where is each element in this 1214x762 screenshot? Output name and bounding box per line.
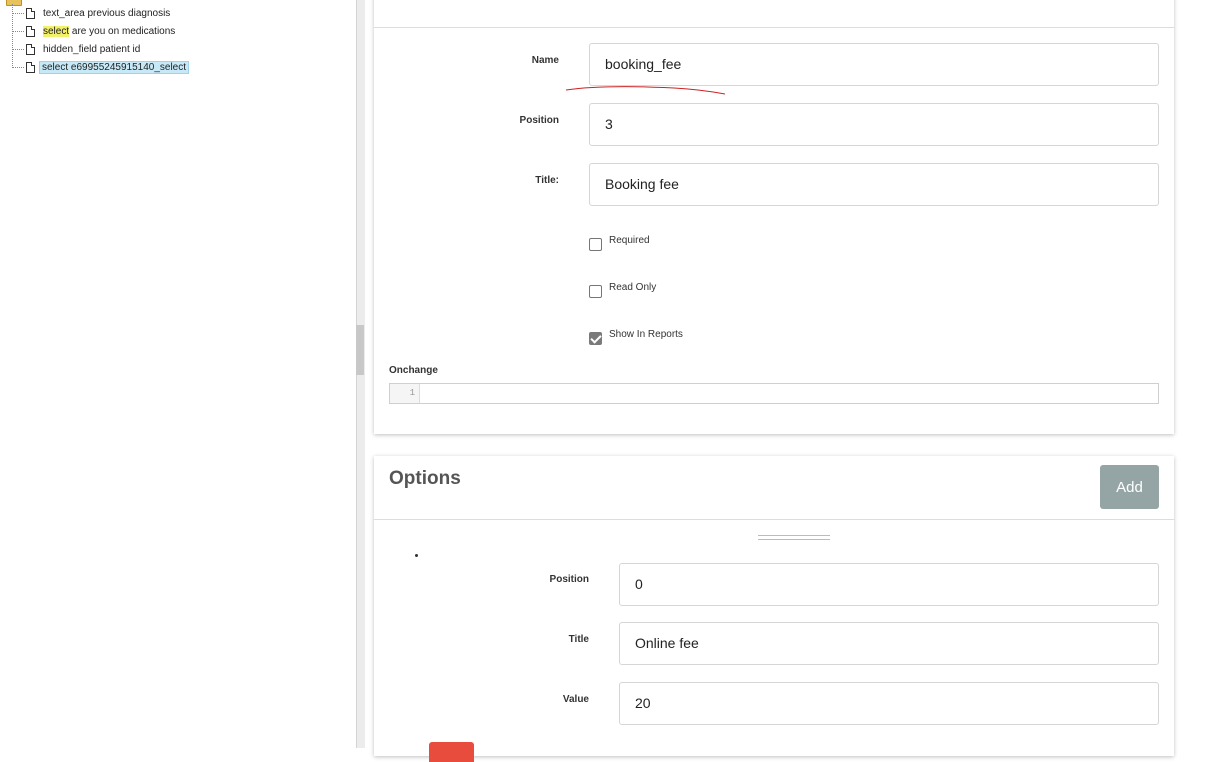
option-title-input[interactable]: Online fee <box>619 622 1159 665</box>
tree-item-label: e69955245915140_select <box>70 61 187 73</box>
required-label: Required <box>609 235 650 246</box>
title-input[interactable]: Booking fee <box>589 163 1159 206</box>
name-input[interactable]: booking_fee <box>589 43 1159 86</box>
drag-handle-icon[interactable] <box>758 535 830 540</box>
option-position-label: Position <box>549 574 589 585</box>
tree-item-medications[interactable]: select are you on medications <box>12 23 175 39</box>
tree-item-label: are you on medications <box>71 25 176 37</box>
tree-item-type: text_area <box>43 7 85 19</box>
card-header-divider <box>374 519 1174 520</box>
red-underline-annotation <box>565 86 726 95</box>
option-position-input[interactable]: 0 <box>619 563 1159 606</box>
list-bullet <box>415 554 418 557</box>
show-in-reports-label: Show In Reports <box>609 329 683 340</box>
onchange-label: Onchange <box>389 365 438 376</box>
option-value-label: Value <box>562 694 589 705</box>
options-card: Options Add Position 0 Title Online fee … <box>374 456 1174 762</box>
tree-item-previous-diagnosis[interactable]: text_area previous diagnosis <box>12 5 170 21</box>
option-title-label: Title <box>568 634 589 645</box>
position-label: Position <box>519 115 559 126</box>
options-title: Options <box>389 468 461 489</box>
read-only-label: Read Only <box>609 282 657 293</box>
card-header-divider <box>374 27 1174 28</box>
document-icon <box>26 25 35 37</box>
tree-item-label: patient id <box>99 43 141 55</box>
line-number: 1 <box>390 384 420 403</box>
show-in-reports-checkbox[interactable] <box>589 332 602 345</box>
tree-item-type: hidden_field <box>43 43 97 55</box>
name-label: Name <box>531 55 559 66</box>
delete-option-button[interactable] <box>429 742 474 762</box>
read-only-checkbox[interactable] <box>589 285 602 298</box>
document-icon <box>26 43 35 55</box>
tree-item-type: select <box>42 61 69 73</box>
field-editor-card: select Name booking_fee Position 3 Title… <box>374 0 1174 434</box>
add-option-button[interactable]: Add <box>1100 465 1159 509</box>
document-icon <box>26 61 35 73</box>
required-checkbox[interactable] <box>589 238 602 251</box>
position-input[interactable]: 3 <box>589 103 1159 146</box>
field-tree-panel: text_area previous diagnosis select are … <box>0 0 356 748</box>
onchange-code-editor[interactable]: 1 <box>389 383 1159 404</box>
field-type-title: select <box>389 0 443 5</box>
option-value-input[interactable]: 20 <box>619 682 1159 725</box>
title-label: Title: <box>535 175 559 186</box>
splitter-scroll-thumb[interactable] <box>356 325 364 375</box>
tree-item-patient-id[interactable]: hidden_field patient id <box>12 41 140 57</box>
document-icon <box>26 7 35 19</box>
tree-item-type: select <box>43 25 70 37</box>
tree-item-selected-select[interactable]: select e69955245915140_select <box>12 59 190 75</box>
tree-item-label: previous diagnosis <box>87 7 171 19</box>
